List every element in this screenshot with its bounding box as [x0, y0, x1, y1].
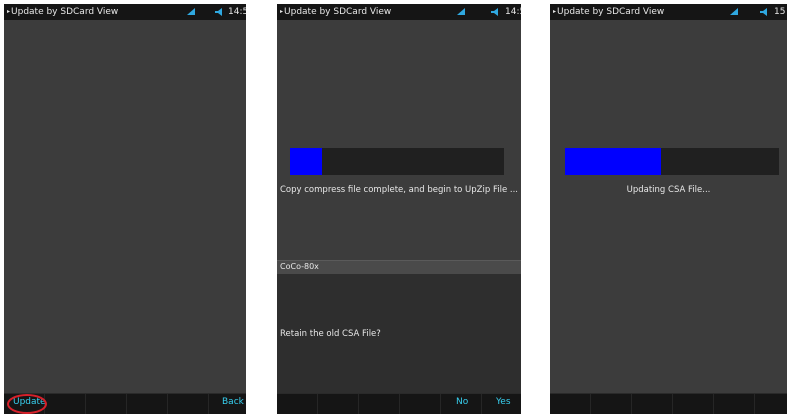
title-arrow-icon: ▸	[553, 8, 557, 15]
no-button[interactable]: No	[456, 397, 468, 407]
signal-icon	[457, 8, 465, 15]
signal-icon	[730, 8, 738, 15]
signal-icon	[187, 8, 195, 15]
speaker-icon	[215, 8, 222, 16]
progress-bar	[565, 148, 779, 175]
title-arrow-icon: ▸	[280, 8, 284, 15]
app-title-text: Update by SDCard View	[284, 7, 392, 17]
speaker-icon	[491, 8, 498, 16]
app-title: ▸Update by SDCard View	[7, 4, 118, 20]
progress-fill	[565, 148, 662, 175]
highlight-circle-annotation	[7, 394, 47, 414]
softkey-bar	[550, 393, 787, 414]
status-bar: ▸Update by SDCard View 14:57	[277, 4, 521, 20]
app-title-text: Update by SDCard View	[557, 7, 665, 17]
clock: 14:57	[505, 7, 521, 17]
status-message: Updating CSA File...	[626, 185, 711, 195]
dialog-header: CoCo-80x	[277, 260, 521, 275]
status-bar: ▸Update by SDCard View 14:57	[4, 4, 246, 20]
progress-fill	[290, 148, 323, 175]
yes-button[interactable]: Yes	[496, 397, 511, 407]
app-title: ▸Update by SDCard View	[553, 4, 664, 20]
screen-3: ▸Update by SDCard View 15 Updating CSA F…	[550, 4, 787, 414]
app-title: ▸Update by SDCard View	[280, 4, 391, 20]
screen-1: ▸Update by SDCard View 14:57 Update Back	[4, 4, 246, 414]
speaker-icon	[760, 8, 767, 16]
clock: 15	[774, 7, 786, 17]
screen-2: ▸Update by SDCard View 14:57 Copy compre…	[277, 4, 521, 414]
dialog-message: Retain the old CSA File?	[280, 329, 381, 339]
back-button[interactable]: Back	[222, 397, 244, 407]
progress-bar	[290, 148, 504, 175]
status-bar: ▸Update by SDCard View 15	[550, 4, 787, 20]
softkey-bar: Update Back	[4, 393, 246, 414]
title-arrow-icon: ▸	[7, 8, 11, 15]
dialog-body: Retain the old CSA File?	[277, 274, 521, 394]
dialog-title: CoCo-80x	[280, 262, 319, 271]
clock: 14:57	[228, 7, 246, 17]
status-message: Copy compress file complete, and begin t…	[280, 185, 518, 195]
softkey-bar: No Yes	[277, 393, 521, 414]
app-title-text: Update by SDCard View	[11, 7, 119, 17]
